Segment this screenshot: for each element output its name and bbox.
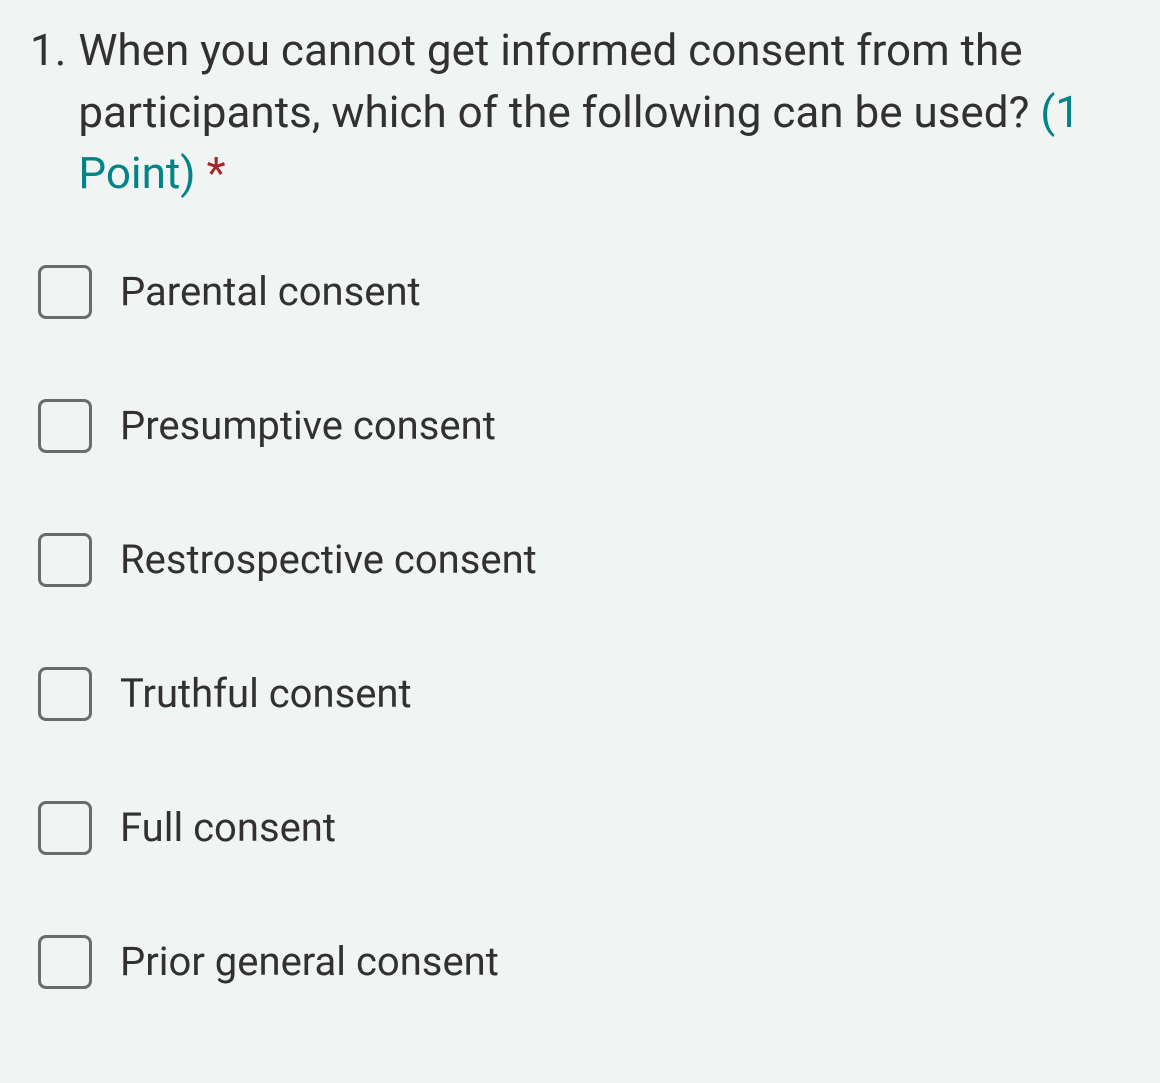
- option-label: Truthful consent: [120, 668, 412, 720]
- option-row[interactable]: Truthful consent: [38, 667, 1130, 721]
- checkbox-option-2[interactable]: [38, 399, 92, 453]
- option-label: Parental consent: [120, 266, 421, 318]
- option-row[interactable]: Presumptive consent: [38, 399, 1130, 453]
- option-row[interactable]: Prior general consent: [38, 935, 1130, 989]
- required-asterisk: *: [207, 147, 226, 199]
- checkbox-option-6[interactable]: [38, 935, 92, 989]
- question-text: When you cannot get informed consent fro…: [78, 24, 1029, 138]
- checkbox-option-5[interactable]: [38, 801, 92, 855]
- option-row[interactable]: Restrospective consent: [38, 533, 1130, 587]
- option-label: Prior general consent: [120, 936, 499, 988]
- question-text-wrapper: When you cannot get informed consent fro…: [78, 20, 1130, 205]
- question-header: 1. When you cannot get informed consent …: [30, 20, 1130, 205]
- checkbox-option-4[interactable]: [38, 667, 92, 721]
- checkbox-option-1[interactable]: [38, 265, 92, 319]
- option-row[interactable]: Full consent: [38, 801, 1130, 855]
- option-label: Full consent: [120, 802, 336, 854]
- checkbox-option-3[interactable]: [38, 533, 92, 587]
- question-number: 1.: [30, 20, 66, 205]
- option-label: Presumptive consent: [120, 400, 496, 452]
- option-row[interactable]: Parental consent: [38, 265, 1130, 319]
- options-list: Parental consent Presumptive consent Res…: [30, 265, 1130, 989]
- option-label: Restrospective consent: [120, 534, 537, 586]
